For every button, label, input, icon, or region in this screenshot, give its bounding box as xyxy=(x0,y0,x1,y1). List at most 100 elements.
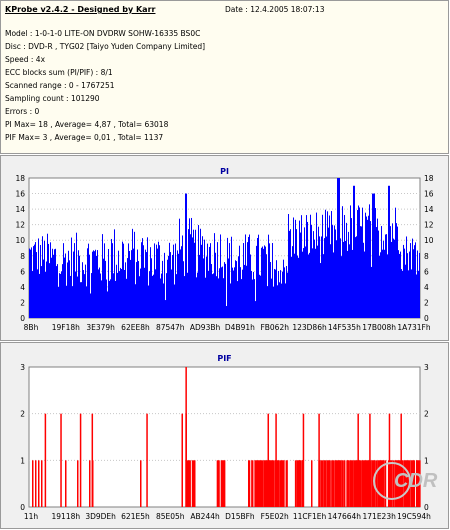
pi-bar xyxy=(54,249,55,318)
scan-date: Date : 12.4.2005 18:07:13 xyxy=(225,5,325,14)
pi-bar xyxy=(178,253,179,318)
pi-bar xyxy=(356,236,357,318)
pi-bar xyxy=(281,283,282,318)
pi-bar xyxy=(384,249,385,318)
pi-bar xyxy=(225,263,226,318)
pi-bar xyxy=(277,285,278,318)
pi-bar xyxy=(301,215,302,318)
pi-bar xyxy=(104,243,105,318)
pi-bar xyxy=(50,242,51,318)
pi-bar xyxy=(193,229,194,318)
pi-bar xyxy=(115,280,116,318)
pi-ytick-left: 6 xyxy=(20,267,25,276)
pi-bar xyxy=(163,283,164,318)
pi-bar xyxy=(51,257,52,318)
pi-xtick-label: FB062h xyxy=(260,323,289,332)
pi-bar xyxy=(85,264,86,318)
pi-bar xyxy=(406,236,407,318)
pif-xtick-label: 85E05h xyxy=(156,512,185,521)
pi-bar xyxy=(156,244,157,318)
pi-bar xyxy=(110,279,111,318)
pi-bar xyxy=(415,242,416,318)
pi-bar xyxy=(52,248,53,318)
pi-bar xyxy=(405,264,406,318)
pi-ytick-right: 16 xyxy=(424,190,434,199)
pi-bar xyxy=(204,239,205,318)
pi-bar xyxy=(214,233,215,318)
pi-bar xyxy=(240,267,241,318)
pi-bar xyxy=(70,275,71,318)
pi-bar xyxy=(68,250,69,318)
pi-bar xyxy=(137,249,138,318)
pi-bar xyxy=(379,255,380,318)
pi-bar xyxy=(121,269,122,318)
pif-bar xyxy=(357,413,359,507)
app-title: KProbe v2.4.2 - Designed by Karr xyxy=(5,5,156,14)
pi-bar xyxy=(403,244,404,318)
pi-bar xyxy=(361,226,362,318)
pi-bar xyxy=(262,246,263,318)
pi-bar xyxy=(362,207,363,318)
pi-bar xyxy=(310,214,311,318)
pi-bar xyxy=(306,215,307,318)
pi-xtick-label: AD93Bh xyxy=(190,323,221,332)
pi-bar xyxy=(234,267,235,318)
pi-bar xyxy=(101,280,102,318)
pi-ytick-right: 10 xyxy=(424,236,434,245)
info-speed: Speed : 4x xyxy=(5,55,46,64)
pi-bar xyxy=(106,279,107,318)
pi-bar xyxy=(42,236,43,318)
pi-bar xyxy=(336,240,337,318)
pi-bar xyxy=(292,246,293,318)
pi-bar xyxy=(324,238,325,318)
pi-bar xyxy=(53,254,54,318)
pi-bar xyxy=(222,266,223,318)
pi-bar xyxy=(331,211,332,318)
pi-bar xyxy=(263,248,264,318)
pi-bar xyxy=(350,205,351,318)
pi-bar xyxy=(398,250,399,318)
pi-bar xyxy=(74,243,75,318)
pif-bar xyxy=(343,460,346,507)
pif-bar xyxy=(302,413,305,507)
pi-bar xyxy=(337,178,338,318)
pi-bar xyxy=(357,210,358,318)
pi-chart-title: PI xyxy=(220,167,229,176)
pi-bar xyxy=(72,286,73,318)
pi-ytick-left: 10 xyxy=(15,236,25,245)
pi-bar xyxy=(399,253,400,318)
pi-bar xyxy=(35,242,36,318)
pi-bar xyxy=(186,193,187,318)
pi-bar xyxy=(158,241,159,318)
pif-bar xyxy=(185,367,187,507)
info-scanned-range: Scanned range : 0 - 1767251 xyxy=(5,81,115,90)
pi-bar xyxy=(76,232,77,318)
pi-bar xyxy=(375,208,376,318)
pi-bar xyxy=(293,217,294,318)
pi-bar xyxy=(363,242,364,318)
pi-bar xyxy=(232,267,233,318)
pi-bar xyxy=(207,243,208,318)
pi-bar xyxy=(32,271,33,318)
pi-bar xyxy=(392,223,393,318)
info-sampling-count: Sampling count : 101290 xyxy=(5,94,100,103)
pi-ytick-left: 0 xyxy=(20,314,25,323)
pi-bar xyxy=(304,227,305,318)
pi-bar xyxy=(133,248,134,318)
pif-bar xyxy=(330,460,332,507)
pi-bar xyxy=(205,277,206,318)
pi-bar xyxy=(282,271,283,318)
pi-bar xyxy=(220,234,221,318)
pi-bar xyxy=(344,214,345,318)
pi-bar xyxy=(250,254,251,318)
pi-bar xyxy=(413,249,414,318)
pif-bar xyxy=(272,460,275,507)
pi-bar xyxy=(418,270,419,318)
pi-bar xyxy=(227,237,228,318)
pi-bar xyxy=(152,275,153,318)
pi-bar xyxy=(172,254,173,318)
pif-xtick-label: 19118h xyxy=(52,512,81,521)
pi-bar xyxy=(83,270,84,318)
pif-bar xyxy=(248,460,251,507)
pi-bar xyxy=(326,236,327,318)
